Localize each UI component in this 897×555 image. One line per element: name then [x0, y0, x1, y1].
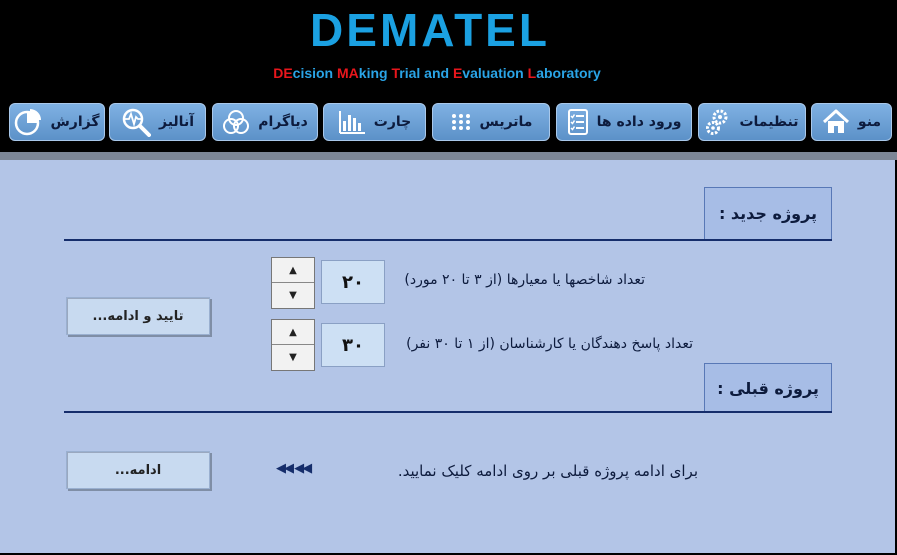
nav-analysis-button[interactable]: آنالیز: [109, 103, 206, 141]
subtitle-segment: MA: [337, 65, 359, 81]
subtitle-segment: aboratory: [536, 65, 601, 81]
previous-project-title-text: پروژه قبلی :: [717, 378, 819, 398]
respondents-count-label: تعداد پاسخ دهندگان یا کارشناسان (از ۱ تا…: [406, 336, 693, 352]
confirm-continue-button[interactable]: تایید و ادامه...: [66, 297, 210, 335]
subtitle-segment: king: [358, 65, 392, 81]
subtitle-segment: L: [527, 65, 537, 81]
subtitle-segment: valuation: [462, 65, 528, 81]
criteria-increment-button[interactable]: ▲: [272, 258, 314, 283]
subtitle-segment: DE: [273, 65, 293, 81]
continue-button[interactable]: ادامه...: [66, 451, 210, 489]
subtitle-segment: E: [452, 65, 463, 81]
nav-analysis-label: آنالیز: [159, 114, 194, 130]
nav-matrix-label: ماتریس: [479, 114, 533, 130]
nav-settings-label: تنظیمات: [739, 114, 799, 130]
form-icon: [567, 109, 588, 135]
gears-icon: [706, 109, 728, 135]
previous-project-section-title: پروژه قبلی :: [704, 363, 832, 413]
nav-settings-button[interactable]: تنظیمات: [698, 103, 806, 141]
nav-chart-button[interactable]: چارت: [323, 103, 426, 141]
nav-data-entry-label: ورود داده ها: [596, 114, 682, 130]
home-icon: [822, 109, 849, 133]
app-header: DEMATEL DEcision MAking Trial and Evalua…: [0, 0, 897, 152]
nav-report-button[interactable]: گزارش: [9, 103, 105, 141]
nav-diagram-label: دیاگرام: [258, 114, 308, 130]
criteria-count-spinner[interactable]: ▲ ▼: [271, 257, 315, 309]
nav-chart-label: چارت: [373, 114, 412, 130]
grid-dots-icon: [451, 114, 470, 130]
new-project-divider: [64, 239, 832, 241]
bar-chart-icon: [338, 111, 365, 134]
nav-data-entry-button[interactable]: ورود داده ها: [556, 103, 692, 141]
spin-up-arrow-icon: ▲: [289, 326, 297, 338]
respondents-count-value[interactable]: ۳۰: [321, 323, 385, 367]
pie-chart-icon: [15, 109, 42, 136]
app-logo-title: DEMATEL: [310, 4, 550, 56]
respondents-decrement-button[interactable]: ▼: [272, 345, 314, 370]
app-subtitle: DEcision MAking Trial and Evaluation Lab…: [0, 64, 874, 82]
nav-diagram-button[interactable]: دیاگرام: [212, 103, 318, 141]
new-project-section-title: پروژه جدید :: [704, 187, 832, 240]
nav-report-label: گزارش: [50, 114, 100, 130]
respondents-count-spinner[interactable]: ▲ ▼: [271, 319, 315, 371]
venn-icon: [223, 110, 250, 134]
criteria-decrement-button[interactable]: ▼: [272, 283, 314, 308]
nav-menu-button[interactable]: منو: [811, 103, 892, 141]
criteria-count-value[interactable]: ۲۰: [321, 260, 385, 304]
header-divider-bar: [0, 152, 897, 160]
previous-project-divider: [64, 411, 832, 413]
nav-menu-label: منو: [857, 114, 882, 130]
nav-matrix-button[interactable]: ماتریس: [432, 103, 550, 141]
new-project-title-text: پروژه جدید :: [718, 204, 818, 223]
previous-project-instruction: برای ادامه پروژه قبلی بر روی ادامه کلیک …: [397, 462, 698, 480]
subtitle-segment: cision: [292, 65, 338, 81]
subtitle-segment: rial and: [399, 65, 453, 81]
criteria-count-label: تعداد شاخصها یا معیارها (از ۳ تا ۲۰ مورد…: [404, 272, 645, 288]
magnifier-pulse-icon: [122, 108, 151, 137]
left-arrows-icon: ◀◀ ◀◀: [276, 461, 312, 476]
respondents-increment-button[interactable]: ▲: [272, 320, 314, 345]
spin-up-arrow-icon: ▲: [289, 264, 297, 276]
spin-down-arrow-icon: ▼: [289, 290, 297, 301]
spin-down-arrow-icon: ▼: [289, 352, 297, 363]
